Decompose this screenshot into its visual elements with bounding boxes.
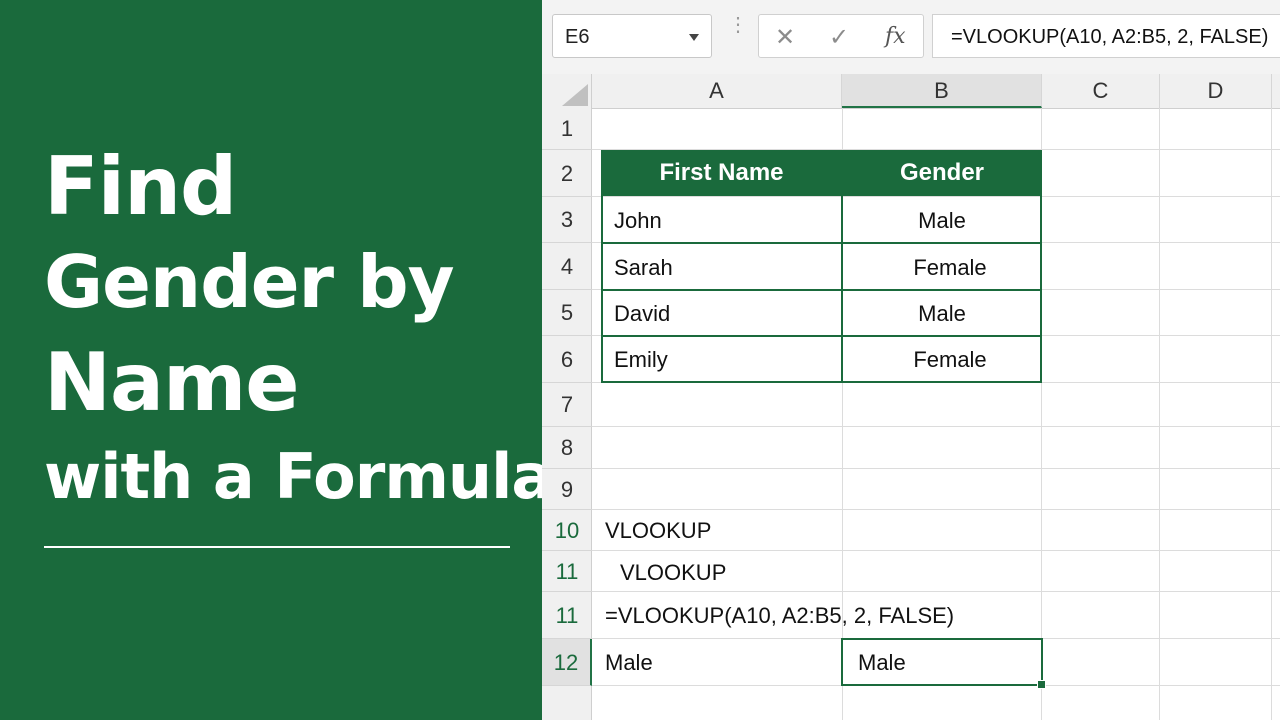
cell-a10[interactable]: VLOOKUP [605, 518, 711, 544]
row-header-9[interactable]: 9 [542, 469, 592, 510]
cell-a12[interactable]: Male [605, 650, 653, 676]
insert-function-icon[interactable]: fx [885, 24, 906, 49]
table-border [841, 150, 843, 383]
row-header-10[interactable]: 10 [542, 510, 592, 551]
column-header-a[interactable]: A [592, 74, 842, 108]
select-all-icon [562, 84, 588, 106]
row-header-12[interactable]: 12 [542, 639, 592, 686]
table-cell-name[interactable]: John [614, 208, 662, 234]
formula-input[interactable]: =VLOOKUP(A10, A2:B5, 2, FALSE) [932, 14, 1280, 58]
formula-actions: ✕ ✓ fx [758, 14, 924, 58]
gridline [592, 468, 1280, 469]
formula-bar: E6 ⋮ ✕ ✓ fx =VLOOKUP(A10, A2:B5, 2, FALS… [542, 0, 1280, 74]
enter-check-icon[interactable]: ✓ [829, 23, 849, 52]
title-panel: Find Gender by Name with a Formula [0, 0, 553, 720]
gridline [1271, 108, 1272, 720]
table-border [601, 381, 1042, 383]
row-header-3[interactable]: 3 [542, 197, 592, 243]
headline-line-4: with a Formula [44, 440, 553, 513]
gridline [592, 550, 1280, 551]
row-header-1[interactable]: 1 [542, 108, 592, 150]
table-header-gender[interactable]: Gender [842, 150, 1042, 196]
headline-line-1: Find [44, 140, 237, 233]
drag-handle-icon[interactable]: ⋮ [728, 15, 748, 35]
gridline [592, 196, 1280, 197]
row-header-7[interactable]: 7 [542, 383, 592, 427]
active-cell-border [841, 638, 1043, 686]
spreadsheet: E6 ⋮ ✕ ✓ fx =VLOOKUP(A10, A2:B5, 2, FALS… [542, 0, 1280, 720]
table-cell-name[interactable]: David [614, 301, 670, 327]
fill-handle[interactable] [1037, 680, 1046, 689]
row-header-6[interactable]: 6 [542, 336, 592, 383]
table-cell-name[interactable]: Sarah [614, 255, 673, 281]
cell-a11-formula[interactable]: =VLOOKUP(A10, A2:B5, 2, FALSE) [605, 603, 954, 629]
table-cell-gender[interactable]: Female [850, 255, 1050, 281]
chevron-down-icon[interactable] [689, 34, 699, 41]
gridline [592, 591, 1280, 592]
row-header-2[interactable]: 2 [542, 150, 592, 197]
table-border [601, 335, 1042, 337]
table-cell-name[interactable]: Emily [614, 347, 668, 373]
table-cell-gender[interactable]: Female [850, 347, 1050, 373]
table-border [601, 289, 1042, 291]
gridline [592, 426, 1280, 427]
formula-text: =VLOOKUP(A10, A2:B5, 2, FALSE) [951, 26, 1269, 48]
cancel-icon[interactable]: ✕ [775, 23, 795, 52]
gridline [1159, 108, 1160, 720]
row-header-4[interactable]: 4 [542, 243, 592, 290]
name-box[interactable]: E6 [552, 14, 712, 58]
table-border [601, 242, 1042, 244]
gridline [592, 509, 1280, 510]
row-header-5[interactable]: 5 [542, 290, 592, 336]
column-header-b[interactable]: B [842, 74, 1042, 108]
row-header-11b[interactable]: 11 [542, 592, 592, 639]
headline-line-2: Gender by [44, 240, 455, 324]
column-header-c[interactable]: C [1042, 74, 1160, 108]
headline-underline [44, 546, 510, 548]
headline-line-3: Name [44, 336, 300, 429]
table-header-first-name[interactable]: First Name [601, 150, 842, 196]
name-box-value: E6 [565, 26, 590, 48]
table-cell-gender[interactable]: Male [842, 301, 1042, 327]
cell-a11[interactable]: VLOOKUP [620, 560, 726, 586]
table-cell-gender[interactable]: Male [842, 208, 1042, 234]
column-header-d[interactable]: D [1160, 74, 1272, 108]
row-header-11[interactable]: 11 [542, 551, 592, 592]
row-header-8[interactable]: 8 [542, 427, 592, 469]
